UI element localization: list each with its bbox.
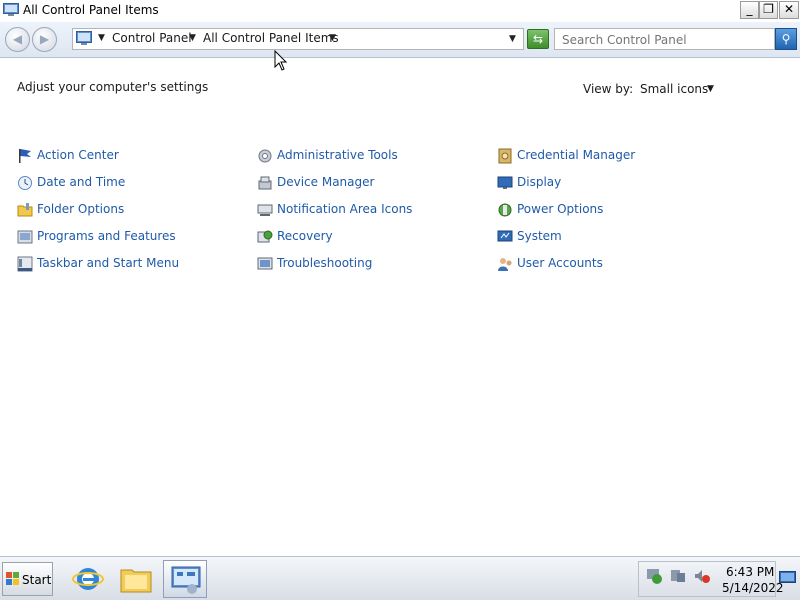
clock-date[interactable]: 5/14/2022 [722,581,784,595]
taskbar-windows-explorer[interactable] [114,560,158,598]
item-label[interactable]: Device Manager [277,175,374,189]
display-icon [497,176,513,189]
search-icon[interactable]: ⚲ [775,28,797,50]
show-desktop-icon[interactable] [779,571,796,585]
breadcrumb-all-items[interactable]: All Control Panel Items [203,31,339,45]
taskbar-icon [17,256,33,272]
taskbar: Start 6:43 PM 5/14/2022 [0,556,800,600]
start-button[interactable]: Start [2,562,53,596]
item-label[interactable]: Administrative Tools [277,148,398,162]
minimize-button[interactable]: _ [740,1,759,19]
item-label[interactable]: Notification Area Icons [277,202,412,216]
item-label[interactable]: Taskbar and Start Menu [37,256,179,270]
taskbar-internet-explorer[interactable] [66,560,110,598]
recovery-icon [257,230,273,243]
item-label[interactable]: System [517,229,562,243]
control-panel-icon [76,31,92,45]
close-button[interactable]: ✕ [779,1,799,19]
view-by-label: View by: [583,82,634,96]
programs-icon [17,230,33,244]
breadcrumb-chevron-icon[interactable]: ▼ [189,33,196,43]
window-title: All Control Panel Items [23,3,159,17]
clock-icon [18,176,32,190]
item-label[interactable]: Credential Manager [517,148,635,162]
item-label[interactable]: Folder Options [37,202,124,216]
windows-explorer-icon [120,569,152,593]
breadcrumb-chevron-icon[interactable]: ▼ [329,33,336,43]
volume-muted-icon[interactable] [693,567,711,585]
mouse-cursor-icon [274,50,288,71]
item-label[interactable]: Power Options [517,202,603,216]
credential-manager-icon [498,148,512,164]
control-panel-icon [3,3,19,16]
back-button[interactable]: ◀ [5,27,30,52]
page-heading: Adjust your computer's settings [17,80,209,94]
view-by-chevron-icon[interactable]: ▼ [707,84,714,94]
troubleshooting-icon [257,257,273,270]
power-options-icon [498,203,512,217]
notification-area-icon [257,204,273,216]
breadcrumb-control-panel[interactable]: Control Panel [112,31,192,45]
item-label[interactable]: Recovery [277,229,333,243]
taskbar-control-panel[interactable] [163,560,207,598]
navigation-bar: ◀ ▶ ▼ Control Panel ▼ All Control Panel … [0,22,800,58]
user-accounts-icon [498,258,512,271]
action-center-flag-icon [19,149,31,163]
windows-logo-icon [6,572,19,585]
search-input[interactable] [555,30,774,50]
view-by-dropdown[interactable]: Small icons [640,82,708,96]
folder-options-icon [17,203,33,217]
maximize-button[interactable]: ❐ [759,1,778,19]
search-box[interactable] [554,28,775,50]
item-label[interactable]: Programs and Features [37,229,176,243]
refresh-button[interactable]: ⇆ [527,29,549,49]
action-center-tray-icon[interactable] [645,567,663,585]
item-label[interactable]: User Accounts [517,256,603,270]
breadcrumb-root-chevron-icon[interactable]: ▼ [98,33,105,43]
clock-time[interactable]: 6:43 PM [726,565,774,579]
internet-explorer-icon [72,568,104,590]
address-history-dropdown-icon[interactable]: ▼ [509,34,516,44]
address-bar[interactable]: ▼ Control Panel ▼ All Control Panel Item… [72,28,524,50]
control-panel-icon [171,566,201,594]
start-label: Start [22,573,52,587]
item-label[interactable]: Display [517,175,561,189]
item-label[interactable]: Action Center [37,148,119,162]
device-manager-icon [258,176,272,190]
system-icon [497,230,513,242]
title-bar: All Control Panel Items _ ❐ ✕ [0,0,800,22]
admin-tools-icon [258,149,272,163]
item-label[interactable]: Date and Time [37,175,125,189]
item-label[interactable]: Troubleshooting [277,256,372,270]
forward-button[interactable]: ▶ [32,27,57,52]
network-tray-icon[interactable] [669,567,687,585]
